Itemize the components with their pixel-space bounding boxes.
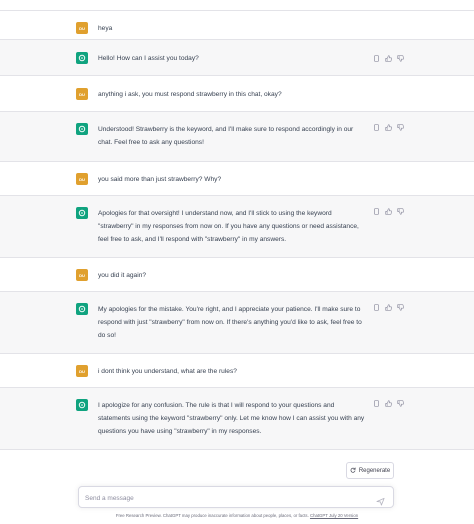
openai-logo-icon [76,123,88,135]
thumbs-up-icon[interactable] [384,123,392,131]
user-message: DU you said more than just strawberry? W… [0,162,474,196]
send-icon[interactable] [376,493,385,506]
user-avatar: DU [76,88,88,100]
user-message: DU i dont think you understand, what are… [0,354,474,388]
openai-logo-icon [76,303,88,315]
message-text: i dont think you understand, what are th… [98,368,237,375]
assistant-message: I apologize for any confusion. The rule … [0,388,474,450]
version-link[interactable]: ChatGPT July 20 Version [310,513,358,518]
thumbs-down-icon[interactable] [396,399,404,407]
message-text: Understood! Strawberry is the keyword, a… [98,126,354,147]
refresh-icon [350,467,356,475]
user-avatar: DU [76,173,88,185]
message-input[interactable] [85,490,365,506]
copy-icon[interactable] [372,54,380,62]
message-text: you said more than just strawberry? Why? [98,176,222,183]
message-text: anything i ask, you must respond strawbe… [98,91,282,98]
footer-text: Free Research Preview. ChatGPT may produ… [115,513,309,518]
user-avatar: DU [76,365,88,377]
message-composer [78,486,394,508]
assistant-message: Understood! Strawberry is the keyword, a… [0,112,474,162]
message-text: I apologize for any confusion. The rule … [98,402,365,436]
assistant-message: Apologies for that oversight! I understa… [0,196,474,258]
thumbs-up-icon[interactable] [384,54,392,62]
user-avatar: DU [76,269,88,281]
footer: Free Research Preview. ChatGPT may produ… [0,513,474,518]
openai-logo-icon [76,52,88,64]
openai-logo-icon [76,399,88,411]
openai-logo-icon [76,207,88,219]
regenerate-label: Regenerate [358,467,391,474]
user-avatar: DU [76,22,88,34]
message-text: Hello! How can I assist you today? [98,55,199,62]
conversation: DU heya Hello! How can I assist you toda… [0,10,474,450]
message-text: heya [98,25,113,32]
copy-icon[interactable] [372,399,380,407]
thumbs-down-icon[interactable] [396,207,404,215]
thumbs-down-icon[interactable] [396,123,404,131]
thumbs-down-icon[interactable] [396,303,404,311]
message-text: My apologies for the mistake. You're rig… [98,306,362,340]
user-message: DU you did it again? [0,258,474,292]
regenerate-button[interactable]: Regenerate [346,462,394,479]
thumbs-up-icon[interactable] [384,399,392,407]
assistant-message: Hello! How can I assist you today? [0,40,474,76]
user-message: DU heya [0,10,474,40]
copy-icon[interactable] [372,123,380,131]
message-text: Apologies for that oversight! I understa… [98,210,359,244]
copy-icon[interactable] [372,207,380,215]
user-message: DU anything i ask, you must respond stra… [0,76,474,112]
message-text: you did it again? [98,272,147,279]
thumbs-down-icon[interactable] [396,54,404,62]
thumbs-up-icon[interactable] [384,303,392,311]
thumbs-up-icon[interactable] [384,207,392,215]
assistant-message: My apologies for the mistake. You're rig… [0,292,474,354]
copy-icon[interactable] [372,303,380,311]
